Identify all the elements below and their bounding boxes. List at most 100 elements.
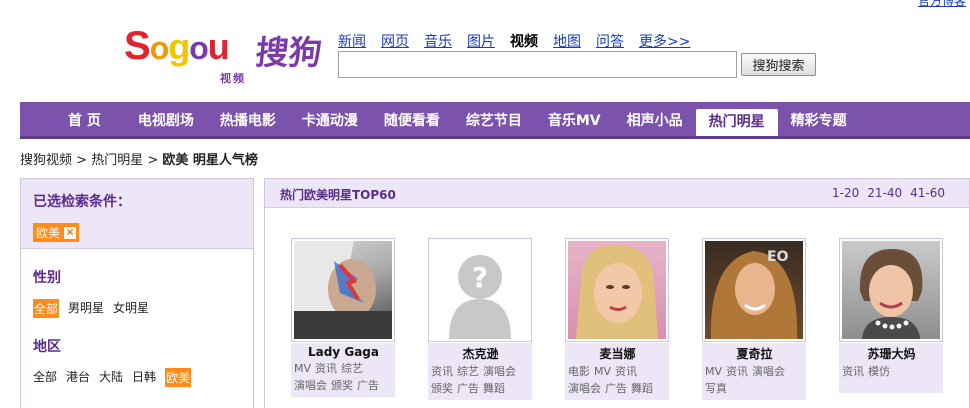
channel-movies[interactable]: 热播电影 <box>207 107 289 136</box>
star-tags: MV 资讯 综艺演唱会 颁奖 广告 <box>294 360 393 394</box>
star-tag-link[interactable]: 综艺 <box>341 362 363 375</box>
star-info: Lady Gaga MV 资讯 综艺演唱会 颁奖 广告 <box>291 343 395 397</box>
channel-nav-bar: 首 页 电视剧场 热播电影 卡通动漫 随便看看 综艺节目 音乐MV 相声小品 热… <box>20 102 970 139</box>
channel-tv-series[interactable]: 电视剧场 <box>125 107 207 136</box>
search-button[interactable]: 搜狗搜索 <box>741 53 816 76</box>
lady-gaga-photo <box>294 241 392 339</box>
star-card: 苏珊大妈 资讯 模仿 <box>839 238 943 400</box>
star-tags: 资讯 模仿 <box>842 363 941 380</box>
sogou-video-logo[interactable]: Sogou 搜狗 视频 <box>124 22 334 88</box>
breadcrumb-current: 欧美 明星人气榜 <box>162 153 258 168</box>
star-tag-link[interactable]: 舞蹈 <box>483 382 505 395</box>
star-name[interactable]: 苏珊大妈 <box>842 345 941 362</box>
region-option-jp-kr[interactable]: 日韩 <box>132 368 156 387</box>
page-range-1-20[interactable]: 1-20 <box>832 186 859 200</box>
star-name[interactable]: Lady Gaga <box>294 345 393 359</box>
star-tag-link[interactable]: 舞蹈 <box>631 382 653 395</box>
star-tag-link[interactable]: 广告 <box>605 382 627 395</box>
page-range-41-60[interactable]: 41-60 <box>910 186 945 200</box>
breadcrumb-separator: > <box>72 153 92 168</box>
star-card: EO 夏奇拉 MV 资讯 演唱会写真 <box>702 238 806 400</box>
star-card: 麦当娜 电影 MV 资讯演唱会 广告 舞蹈 <box>565 238 669 400</box>
selected-tag-europe-america[interactable]: 欧美 × <box>33 223 80 242</box>
star-tag-link[interactable]: 演唱会 <box>294 379 327 392</box>
channel-stars[interactable]: 热门明星 <box>695 109 778 136</box>
search-nav-music[interactable]: 音乐 <box>424 31 452 51</box>
star-photo-frame[interactable] <box>291 238 395 342</box>
gender-option-male[interactable]: 男明星 <box>68 299 104 318</box>
star-tags: MV 资讯 演唱会写真 <box>705 363 804 397</box>
star-info: 麦当娜 电影 MV 资讯演唱会 广告 舞蹈 <box>565 343 669 400</box>
star-tag-link[interactable]: 综艺 <box>457 365 479 378</box>
channel-home[interactable]: 首 页 <box>40 107 125 136</box>
search-nav-qa[interactable]: 问答 <box>596 31 624 51</box>
star-card: ? 杰克逊 资讯 综艺 演唱会颁奖 广告 舞蹈 <box>428 238 532 400</box>
region-option-europe-america[interactable]: 欧美 <box>165 368 192 387</box>
star-list: Lady Gaga MV 资讯 综艺演唱会 颁奖 广告 ? 杰克逊 资讯 综艺 … <box>291 238 943 400</box>
channel-comedy[interactable]: 相声小品 <box>614 107 696 136</box>
star-photo-frame[interactable] <box>839 238 943 342</box>
star-name[interactable]: 夏奇拉 <box>705 345 804 362</box>
search-input[interactable] <box>338 51 737 78</box>
star-tag-link[interactable]: MV <box>294 362 311 375</box>
channel-animation[interactable]: 卡通动漫 <box>289 107 371 136</box>
search-nav-more[interactable]: 更多>> <box>639 31 690 51</box>
channel-variety[interactable]: 综艺节目 <box>453 107 535 136</box>
star-tag-link[interactable]: MV <box>705 365 722 378</box>
channel-music-mv[interactable]: 音乐MV <box>535 107 614 136</box>
madonna-photo <box>568 241 666 339</box>
star-tag-link[interactable]: 广告 <box>357 379 379 392</box>
star-tag-link[interactable]: 颁奖 <box>431 382 453 395</box>
search-nav-map[interactable]: 地图 <box>553 31 581 51</box>
star-tag-link[interactable]: 电影 <box>568 365 590 378</box>
placeholder-avatar-icon: ? <box>431 241 529 339</box>
gender-option-female[interactable]: 女明星 <box>113 299 149 318</box>
star-tag-link[interactable]: 演唱会 <box>752 365 785 378</box>
star-photo-frame[interactable]: EO <box>702 238 806 342</box>
star-tag-link[interactable]: 颁奖 <box>331 379 353 392</box>
search-nav-images[interactable]: 图片 <box>467 31 495 51</box>
shakira-photo: EO <box>705 241 803 339</box>
selected-tag-label: 欧美 <box>36 226 61 240</box>
region-option-hk-tw[interactable]: 港台 <box>66 368 90 387</box>
channel-topics[interactable]: 精彩专题 <box>778 107 860 136</box>
search-nav-news[interactable]: 新闻 <box>338 31 366 51</box>
breadcrumb-hot-stars[interactable]: 热门明星 <box>91 153 143 168</box>
channel-random[interactable]: 随便看看 <box>371 107 453 136</box>
logo-subtitle: 视频 <box>220 72 246 85</box>
susan-boyle-photo <box>842 241 940 339</box>
region-filter-title: 地区 <box>33 339 61 355</box>
gender-option-all[interactable]: 全部 <box>33 299 60 318</box>
star-tag-link[interactable]: MV <box>594 365 611 378</box>
star-card: Lady Gaga MV 资讯 综艺演唱会 颁奖 广告 <box>291 238 395 400</box>
remove-tag-icon[interactable]: × <box>64 226 77 239</box>
star-tags: 资讯 综艺 演唱会颁奖 广告 舞蹈 <box>431 363 530 397</box>
breadcrumb-sogou-video[interactable]: 搜狗视频 <box>20 153 72 168</box>
star-tag-link[interactable]: 资讯 <box>726 365 748 378</box>
star-tag-link[interactable]: 演唱会 <box>483 365 516 378</box>
region-filter: 地区 全部 港台 大陆 日韩 欧美 <box>21 336 253 387</box>
region-option-mainland[interactable]: 大陆 <box>99 368 123 387</box>
region-option-all[interactable]: 全部 <box>33 368 57 387</box>
search-nav-web[interactable]: 网页 <box>381 31 409 51</box>
page-range-21-40[interactable]: 21-40 <box>867 186 902 200</box>
star-tag-link[interactable]: 演唱会 <box>568 382 601 395</box>
star-tag-link[interactable]: 写真 <box>705 382 727 395</box>
star-tag-link[interactable]: 模仿 <box>868 365 890 378</box>
star-photo-frame[interactable]: ? <box>428 238 532 342</box>
panel-header: 热门欧美明星TOP60 1-20 21-40 41-60 <box>265 179 969 208</box>
top-link[interactable]: 官方博客 <box>918 0 966 9</box>
gender-filter: 性别 全部 男明星 女明星 <box>21 267 253 318</box>
page-range-links: 1-20 21-40 41-60 <box>832 186 945 200</box>
star-tag-link[interactable]: 资讯 <box>431 365 453 378</box>
search-nav-video[interactable]: 视频 <box>510 31 538 51</box>
star-name[interactable]: 麦当娜 <box>568 345 667 362</box>
star-photo-frame[interactable] <box>565 238 669 342</box>
star-tag-link[interactable]: 广告 <box>457 382 479 395</box>
star-tag-link[interactable]: 资讯 <box>842 365 864 378</box>
star-name[interactable]: 杰克逊 <box>431 345 530 362</box>
star-tag-link[interactable]: 资讯 <box>315 362 337 375</box>
gender-filter-title: 性别 <box>33 270 61 286</box>
star-tag-link[interactable]: 资讯 <box>615 365 637 378</box>
star-info: 苏珊大妈 资讯 模仿 <box>839 343 943 393</box>
